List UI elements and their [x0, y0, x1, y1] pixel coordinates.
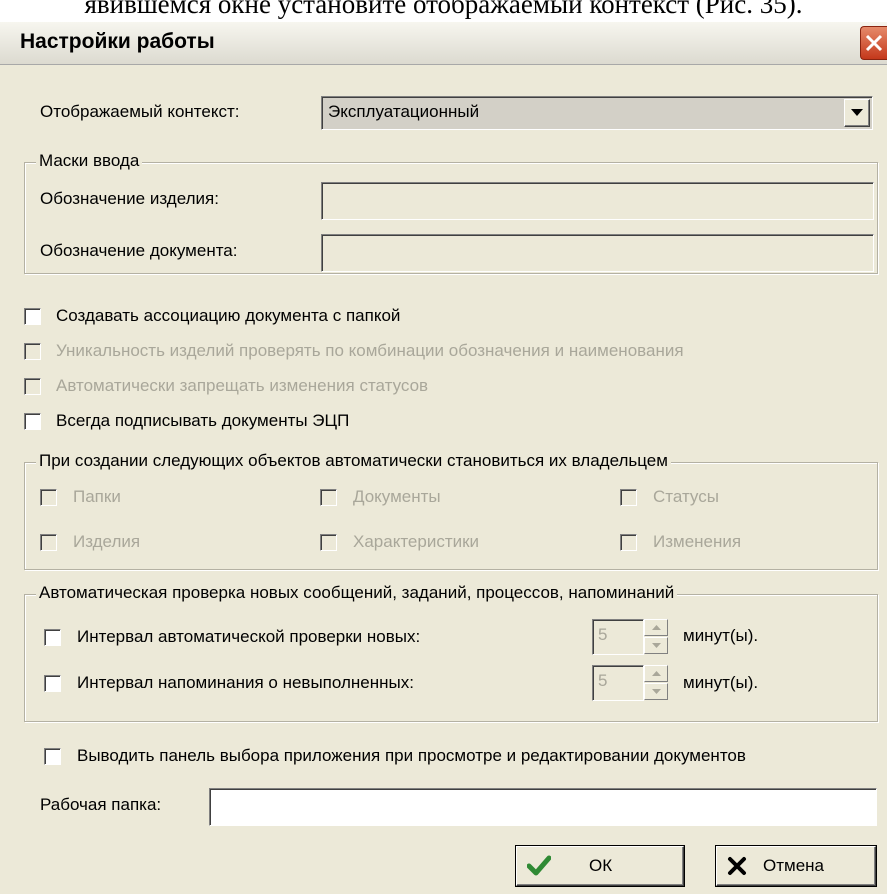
work-folder-input[interactable] — [209, 788, 877, 826]
arrow-down-icon — [652, 689, 661, 694]
owner-folders-label: Папки — [73, 487, 121, 506]
reminder-interval-value[interactable]: 5 — [592, 665, 644, 701]
uniqueness-checkbox[interactable] — [24, 343, 41, 360]
owner-changes-checkbox[interactable] — [620, 534, 637, 551]
uniqueness-label: Уникальность изделий проверять по комбин… — [56, 341, 684, 360]
context-select[interactable]: Эксплуатационный — [321, 96, 873, 130]
new-interval-down-button[interactable] — [644, 637, 668, 654]
associate-folder-label: Создавать ассоциацию документа с папкой — [56, 306, 401, 325]
reminder-interval-checkbox[interactable] — [44, 675, 61, 692]
close-icon — [865, 34, 883, 52]
reminder-interval-stepper[interactable]: 5 — [592, 665, 668, 701]
ok-button[interactable]: ОК — [516, 846, 684, 886]
reminder-interval-unit: минут(ы). — [683, 673, 759, 692]
settings-dialog: Настройки работы Отображаемый контекст: … — [0, 22, 887, 894]
ownership-group — [24, 462, 878, 570]
new-interval-up-button[interactable] — [644, 619, 668, 636]
owner-characteristics-checkbox[interactable] — [320, 534, 337, 551]
owner-characteristics-label: Характеристики — [353, 532, 480, 551]
ownership-legend: При создании следующих объектов автомати… — [36, 451, 671, 471]
new-interval-label: Интервал автоматической проверки новых: — [77, 627, 421, 646]
associate-folder-checkbox[interactable] — [24, 308, 41, 325]
arrow-down-icon — [652, 643, 661, 648]
arrow-up-icon — [652, 625, 661, 630]
ok-button-label: ОК — [589, 856, 613, 875]
input-masks-legend: Маски ввода — [36, 151, 143, 171]
new-interval-value[interactable]: 5 — [592, 619, 644, 655]
item-mask-label: Обозначение изделия: — [40, 189, 219, 208]
reminder-interval-down-button[interactable] — [644, 683, 668, 700]
document-caption: явившемся окне установите отображаемый к… — [84, 0, 803, 19]
arrow-up-icon — [652, 671, 661, 676]
owner-products-label: Изделия — [73, 532, 141, 551]
checkmark-icon — [527, 855, 551, 876]
title-bar[interactable]: Настройки работы — [0, 22, 887, 65]
context-selected-value: Эксплуатационный — [328, 102, 480, 121]
context-dropdown-button[interactable] — [844, 99, 870, 127]
new-interval-stepper[interactable]: 5 — [592, 619, 668, 655]
auto-check-group — [24, 594, 878, 722]
new-interval-checkbox[interactable] — [44, 629, 61, 646]
document-mask-label: Обозначение документа: — [40, 241, 238, 260]
context-label: Отображаемый контекст: — [40, 102, 240, 121]
cross-icon — [728, 857, 746, 875]
document-mask-field[interactable] — [321, 234, 874, 272]
owner-changes-label: Изменения — [653, 532, 742, 551]
owner-statuses-checkbox[interactable] — [620, 489, 637, 506]
auto-status-lock-label: Автоматически запрещать изменения статус… — [56, 376, 429, 395]
auto-check-legend: Автоматическая проверка новых сообщений,… — [36, 583, 678, 603]
app-panel-label: Выводить панель выбора приложения при пр… — [77, 746, 746, 765]
chevron-down-icon — [851, 109, 863, 116]
close-button[interactable] — [860, 26, 887, 60]
auto-status-lock-checkbox[interactable] — [24, 378, 41, 395]
owner-products-checkbox[interactable] — [40, 534, 57, 551]
new-interval-unit: минут(ы). — [683, 626, 759, 645]
owner-documents-label: Документы — [353, 487, 441, 506]
cancel-button[interactable]: Отмена — [716, 846, 876, 886]
always-sign-checkbox[interactable] — [24, 413, 41, 430]
reminder-interval-label: Интервал напоминания о невыполненных: — [77, 673, 414, 692]
always-sign-label: Всегда подписывать документы ЭЦП — [56, 411, 350, 430]
owner-documents-checkbox[interactable] — [320, 489, 337, 506]
cancel-button-label: Отмена — [763, 856, 824, 875]
dialog-title: Настройки работы — [20, 30, 215, 53]
item-mask-field[interactable] — [321, 182, 874, 220]
app-panel-checkbox[interactable] — [44, 748, 61, 765]
owner-statuses-label: Статусы — [653, 487, 719, 506]
owner-folders-checkbox[interactable] — [40, 489, 57, 506]
reminder-interval-up-button[interactable] — [644, 665, 668, 682]
work-folder-label: Рабочая папка: — [40, 795, 162, 814]
